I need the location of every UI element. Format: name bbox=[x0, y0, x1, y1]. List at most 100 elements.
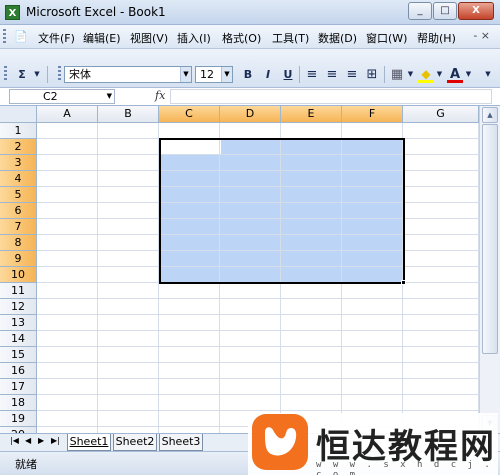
watermark: 恒达教程网 w w w . s x h d c j . c o m bbox=[248, 413, 498, 475]
prev-sheet-icon[interactable]: ◀ bbox=[25, 436, 31, 445]
gridline-horizontal bbox=[37, 346, 479, 347]
scrollbar-thumb[interactable] bbox=[482, 124, 498, 354]
tab-sheet2[interactable]: Sheet2 bbox=[113, 434, 157, 451]
column-header-e[interactable]: E bbox=[281, 106, 342, 123]
align-left-icon[interactable]: ≡ bbox=[304, 66, 320, 83]
fill-color-icon[interactable]: ◆ bbox=[418, 66, 434, 83]
chevron-down-icon[interactable]: ▼ bbox=[180, 67, 191, 82]
selection-border bbox=[159, 138, 405, 284]
row-header-8[interactable]: 8 bbox=[0, 235, 37, 251]
column-header-d[interactable]: D bbox=[220, 106, 281, 123]
gridline-horizontal bbox=[37, 410, 479, 411]
align-center-icon[interactable]: ≡ bbox=[324, 66, 340, 83]
scroll-up-icon[interactable]: ▲ bbox=[482, 107, 498, 123]
tab-sheet3[interactable]: Sheet3 bbox=[159, 434, 203, 451]
watermark-logo-icon bbox=[252, 414, 308, 470]
next-sheet-icon[interactable]: ▶ bbox=[38, 436, 44, 445]
cell-area[interactable] bbox=[37, 123, 479, 433]
select-all-corner[interactable] bbox=[0, 106, 37, 123]
menu-edit[interactable]: 编辑(E) bbox=[83, 30, 121, 46]
last-sheet-icon[interactable]: ▶| bbox=[51, 436, 60, 445]
row-header-17[interactable]: 17 bbox=[0, 379, 37, 395]
row-header-15[interactable]: 15 bbox=[0, 347, 37, 363]
tab-sheet1[interactable]: Sheet1 bbox=[67, 434, 111, 451]
font-color-dropdown-icon[interactable]: ▼ bbox=[464, 66, 473, 83]
row-header-19[interactable]: 19 bbox=[0, 411, 37, 427]
merge-center-icon[interactable]: ⊞ bbox=[364, 66, 380, 83]
fx-icon[interactable]: fx bbox=[155, 89, 165, 102]
bold-button[interactable]: B bbox=[240, 66, 256, 83]
menu-insert[interactable]: 插入(I) bbox=[177, 30, 211, 46]
maximize-button[interactable]: □ bbox=[433, 2, 457, 20]
menu-format[interactable]: 格式(O) bbox=[222, 30, 261, 46]
fill-handle[interactable] bbox=[401, 280, 406, 285]
toolbar-separator bbox=[47, 66, 48, 83]
toolbar-separator bbox=[299, 66, 300, 83]
column-header-b[interactable]: B bbox=[98, 106, 159, 123]
font-size-select[interactable]: 12 ▼ bbox=[195, 66, 233, 83]
menu-grip[interactable] bbox=[3, 29, 6, 45]
fill-color-dropdown-icon[interactable]: ▼ bbox=[435, 66, 444, 83]
toolbar-grip[interactable] bbox=[4, 66, 7, 80]
row-header-14[interactable]: 14 bbox=[0, 331, 37, 347]
menu-data[interactable]: 数据(D) bbox=[318, 30, 357, 46]
menu-file-icon[interactable]: 📄 bbox=[14, 30, 28, 43]
underline-button[interactable]: U bbox=[280, 66, 296, 83]
row-header-18[interactable]: 18 bbox=[0, 395, 37, 411]
borders-icon[interactable]: ▦ bbox=[389, 66, 405, 83]
row-header-16[interactable]: 16 bbox=[0, 363, 37, 379]
column-header-c[interactable]: C bbox=[159, 106, 220, 123]
formula-input[interactable] bbox=[170, 89, 492, 104]
gridline-horizontal bbox=[37, 378, 479, 379]
gridline-horizontal bbox=[37, 314, 479, 315]
name-box-value: C2 bbox=[43, 90, 58, 103]
autosum-dropdown-icon[interactable]: ▼ bbox=[32, 66, 42, 83]
excel-icon[interactable]: X bbox=[5, 5, 20, 20]
toolbar-separator bbox=[384, 66, 385, 83]
formula-bar: C2 ▼ fx bbox=[0, 88, 500, 106]
first-sheet-icon[interactable]: |◀ bbox=[10, 436, 19, 445]
row-header-10[interactable]: 10 bbox=[0, 267, 37, 283]
borders-dropdown-icon[interactable]: ▼ bbox=[406, 66, 415, 83]
row-header-1[interactable]: 1 bbox=[0, 123, 37, 139]
menu-help[interactable]: 帮助(H) bbox=[417, 30, 456, 46]
menu-tools[interactable]: 工具(T) bbox=[272, 30, 309, 46]
doc-window-controls[interactable]: - × bbox=[473, 29, 490, 42]
font-name-select[interactable]: 宋体 ▼ bbox=[64, 66, 192, 83]
align-right-icon[interactable]: ≡ bbox=[344, 66, 360, 83]
format-toolbar: Σ ▼ 宋体 ▼ 12 ▼ B I U ≡ ≡ ≡ ⊞ ▦ ▼ ◆ ▼ A ▼ … bbox=[0, 49, 500, 88]
autosum-icon[interactable]: Σ bbox=[14, 66, 30, 83]
font-color-icon[interactable]: A bbox=[447, 66, 463, 83]
toolbar-grip-2[interactable] bbox=[58, 66, 61, 80]
gridline-horizontal bbox=[37, 298, 479, 299]
row-header-12[interactable]: 12 bbox=[0, 299, 37, 315]
row-header-6[interactable]: 6 bbox=[0, 203, 37, 219]
minimize-button[interactable]: _ bbox=[408, 2, 432, 20]
column-header-a[interactable]: A bbox=[37, 106, 98, 123]
gridline-horizontal bbox=[37, 330, 479, 331]
row-header-9[interactable]: 9 bbox=[0, 251, 37, 267]
column-header-g[interactable]: G bbox=[403, 106, 479, 123]
gridline-horizontal bbox=[37, 362, 479, 363]
row-header-5[interactable]: 5 bbox=[0, 187, 37, 203]
chevron-down-icon[interactable]: ▼ bbox=[221, 67, 232, 82]
row-header-4[interactable]: 4 bbox=[0, 171, 37, 187]
close-button[interactable]: X bbox=[458, 2, 494, 20]
vertical-scrollbar[interactable]: ▲ ▼ bbox=[479, 106, 500, 433]
column-header-f[interactable]: F bbox=[342, 106, 403, 123]
name-box[interactable]: C2 ▼ bbox=[9, 89, 115, 104]
row-header-3[interactable]: 3 bbox=[0, 155, 37, 171]
watermark-url: w w w . s x h d c j . c o m bbox=[316, 460, 493, 475]
window-title: Microsoft Excel - Book1 bbox=[26, 5, 166, 19]
italic-button[interactable]: I bbox=[260, 66, 276, 83]
menu-file[interactable]: 文件(F) bbox=[38, 30, 75, 46]
menu-window[interactable]: 窗口(W) bbox=[366, 30, 407, 46]
menu-view[interactable]: 视图(V) bbox=[130, 30, 168, 46]
row-header-7[interactable]: 7 bbox=[0, 219, 37, 235]
row-header-2[interactable]: 2 bbox=[0, 139, 37, 155]
row-header-13[interactable]: 13 bbox=[0, 315, 37, 331]
chevron-down-icon[interactable]: ▼ bbox=[107, 90, 112, 103]
title-bar: X Microsoft Excel - Book1 _ □ X bbox=[0, 0, 500, 25]
row-header-11[interactable]: 11 bbox=[0, 283, 37, 299]
toolbar-options-icon[interactable]: ▼ bbox=[482, 66, 494, 83]
